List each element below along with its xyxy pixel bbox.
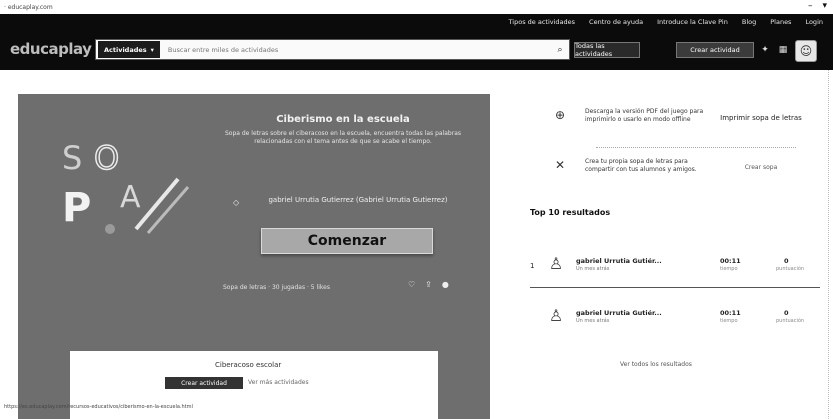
nav-link-pin[interactable]: Introduce la Clave Pin xyxy=(657,18,728,26)
player-name: gabriel Urrutia Gutiér... xyxy=(576,257,662,265)
player-score: 0 xyxy=(784,309,789,317)
activity-meta: Sopa de letras · 30 jugadas · 5 likes xyxy=(223,284,330,291)
top-navbar: Tipos de actividades Centro de ayuda Int… xyxy=(0,14,833,70)
activity-description: Sopa de letras sobre el ciberacoso en la… xyxy=(225,130,461,145)
nav-link-activity-types[interactable]: Tipos de actividades xyxy=(509,18,576,26)
all-activities-button[interactable]: Todas las actividades xyxy=(574,42,640,58)
related-card-title: Ciberacoso escolar xyxy=(215,361,282,369)
start-button[interactable]: Comenzar xyxy=(261,228,433,254)
avatar[interactable]: ☺ xyxy=(795,40,817,62)
art-dot xyxy=(105,224,115,234)
page-edge xyxy=(828,70,829,419)
player-avatar-icon: ♙ xyxy=(548,254,564,273)
notifications-icon[interactable]: ✦ xyxy=(758,42,772,58)
grid-icon[interactable]: ▦ xyxy=(776,42,790,58)
word-search-artwork: S O P A xyxy=(62,138,190,234)
nav-link-login[interactable]: Login xyxy=(805,18,823,26)
create-info-text: Crea tu propia sopa de letras para compa… xyxy=(585,158,697,173)
results-divider xyxy=(530,287,820,288)
player-time: 00:11 xyxy=(720,257,741,265)
table-row[interactable]: ♙ gabriel Urrutia Gutiér... Un mes atrás… xyxy=(530,296,820,336)
player-name: gabriel Urrutia Gutiér... xyxy=(576,309,662,317)
art-letter-o: O xyxy=(94,139,119,177)
dropdown-icon[interactable]: ▾ xyxy=(822,1,827,11)
author-icon: ◇ xyxy=(233,198,240,207)
results-heading: Top 10 resultados xyxy=(530,208,611,217)
user-icon: ☺ xyxy=(799,44,813,58)
browser-top-strip: · educaplay.com – ▾ xyxy=(0,0,833,14)
print-word-search-link[interactable]: Imprimir sopa de letras xyxy=(713,114,809,122)
minimize-icon[interactable]: – xyxy=(808,1,813,11)
chevron-down-icon: ▾ xyxy=(150,45,154,54)
art-letter-a: A xyxy=(120,180,141,215)
like-icon[interactable]: ♡ xyxy=(408,280,415,289)
related-card-button[interactable]: Crear actividad xyxy=(165,377,243,389)
search-category-label: Actividades xyxy=(104,45,147,54)
player-score-label: puntuación xyxy=(776,318,805,324)
divider xyxy=(596,147,796,148)
table-row[interactable]: 1 ♙ gabriel Urrutia Gutiér... Un mes atr… xyxy=(530,244,820,284)
player-time-label: tiempo xyxy=(720,318,738,324)
nav-link-plans[interactable]: Planes xyxy=(770,18,791,26)
activity-title: Ciberismo en la escuela xyxy=(276,114,410,125)
nav-link-help[interactable]: Centro de ayuda xyxy=(589,18,643,26)
close-icon: ✕ xyxy=(555,158,566,172)
art-letter-s: S xyxy=(62,139,82,177)
player-time: 00:11 xyxy=(720,309,741,317)
search-category-select[interactable]: Actividades ▾ xyxy=(98,41,160,58)
result-rank: 1 xyxy=(530,262,535,270)
activity-actions: ♡ ⇪ ● xyxy=(408,280,449,289)
download-icon: ⊕ xyxy=(555,108,566,122)
player-time-label: tiempo xyxy=(720,266,738,272)
print-info-text: Descarga la versión PDF del juego para i… xyxy=(585,108,704,123)
create-word-search-link[interactable]: Crear sopa xyxy=(713,164,809,171)
player-score-label: puntuación xyxy=(776,266,805,272)
share-icon[interactable]: ⇪ xyxy=(425,280,432,289)
create-activity-button[interactable]: Crear actividad xyxy=(676,42,754,58)
nav-links: Tipos de actividades Centro de ayuda Int… xyxy=(509,18,823,26)
activity-hero: S O P A Ciberismo en la escuela Sopa de … xyxy=(18,94,490,419)
window-title: · educaplay.com xyxy=(4,3,53,11)
art-letter-p: P xyxy=(62,185,91,231)
search-icon[interactable]: ⌕ xyxy=(551,45,569,55)
see-all-results-link[interactable]: Ver todos los resultados xyxy=(620,361,692,368)
activity-author[interactable]: gabriel Urrutia Gutierrez (Gabriel Urrut… xyxy=(263,196,453,205)
player-score: 0 xyxy=(784,257,789,265)
related-card-link[interactable]: Ver más actividades xyxy=(248,379,309,386)
nav-link-blog[interactable]: Blog xyxy=(742,18,756,26)
site-logo[interactable]: educaplay xyxy=(10,40,92,58)
status-bar-url: https://es.educaplay.com/recursos-educat… xyxy=(4,404,193,410)
player-avatar-icon: ♙ xyxy=(548,306,564,325)
search-bar: Actividades ▾ ⌕ xyxy=(95,39,570,60)
search-input[interactable] xyxy=(159,45,551,54)
info-icon[interactable]: ● xyxy=(442,280,449,289)
player-date: Un mes atrás xyxy=(576,266,610,272)
player-date: Un mes atrás xyxy=(576,318,610,324)
window-controls: – ▾ xyxy=(808,1,827,11)
